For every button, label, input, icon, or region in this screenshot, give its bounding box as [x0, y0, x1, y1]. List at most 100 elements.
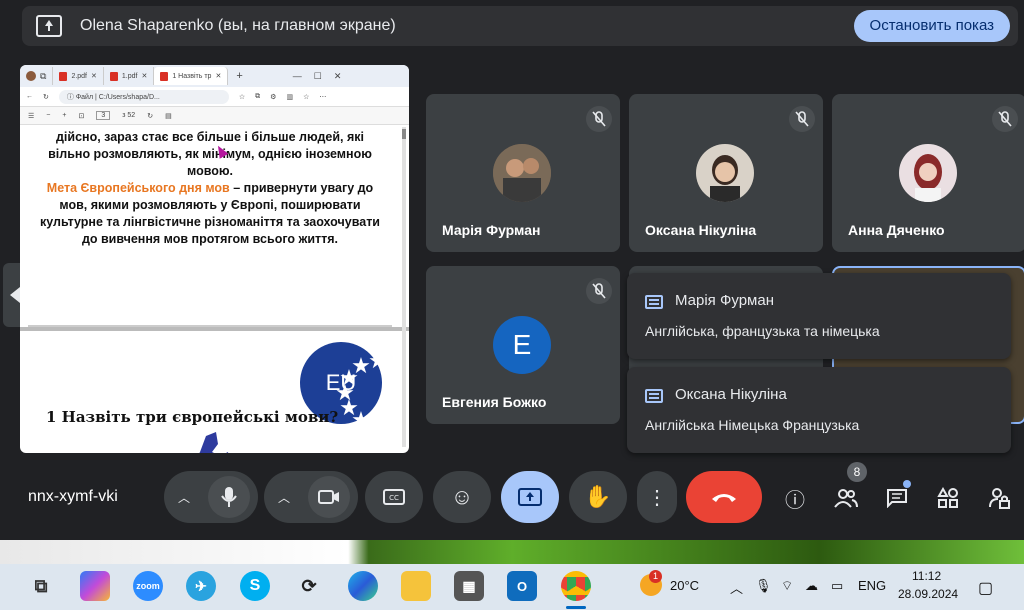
meeting-info-button[interactable]: ⓘ: [781, 484, 809, 512]
chrome-icon[interactable]: [561, 571, 591, 601]
sync-app-icon[interactable]: ⟳: [294, 571, 324, 601]
slide-line: до вивчення мов протягом всього життя.: [81, 232, 339, 246]
pdf-icon: [59, 71, 68, 81]
reactions-button[interactable]: ☺: [433, 471, 491, 523]
browser-address-row: ← ↻ ⓘ Файл | C:/Users/shapa/D... ☆ ⧉ ⚙ ▥…: [20, 87, 409, 107]
people-icon: [834, 489, 858, 508]
meet-window: Olena Shaparenko (вы, на главном экране)…: [0, 0, 1024, 540]
back-icon[interactable]: ←: [26, 93, 33, 100]
pdf-scrollbar[interactable]: [402, 127, 406, 447]
stop-presenting-button[interactable]: Остановить показ: [853, 10, 1010, 42]
participant-name: Анна Дяченко: [848, 222, 945, 238]
zoom-out-icon[interactable]: −: [46, 112, 50, 119]
page-number-input[interactable]: 3: [96, 111, 111, 120]
clock-time[interactable]: 11:12: [912, 569, 941, 583]
eu-map-image: [199, 432, 229, 453]
mic-off-icon: [586, 278, 612, 304]
shapes-icon: [937, 487, 958, 508]
new-tab-icon[interactable]: +: [236, 70, 242, 82]
zoom-in-icon[interactable]: +: [62, 112, 66, 119]
outlook-icon[interactable]: O: [507, 571, 537, 601]
present-screen-icon: [518, 488, 542, 506]
slide-line: мовою.: [186, 164, 234, 178]
input-language[interactable]: ENG: [858, 578, 886, 593]
address-bar[interactable]: ⓘ Файл | C:/Users/shapa/D...: [58, 89, 229, 104]
zoom-app-icon[interactable]: zoom: [133, 571, 163, 601]
calculator-icon[interactable]: ▦: [454, 571, 484, 601]
browser-tab-1[interactable]: 2.pdf ✕: [53, 67, 104, 85]
mic-off-icon: [789, 106, 815, 132]
browser-tab-2[interactable]: 1.pdf ✕: [104, 67, 155, 85]
present-button[interactable]: [501, 471, 559, 523]
weather-alert-badge: 1: [649, 570, 662, 583]
pdf-icon: [109, 71, 118, 81]
maximize-icon[interactable]: ☐: [314, 71, 322, 82]
browser-tab-3[interactable]: 1 Назвіть тр ✕: [154, 67, 229, 85]
close-window-icon[interactable]: ✕: [334, 71, 342, 82]
copilot-icon[interactable]: [80, 571, 110, 601]
file-explorer-icon[interactable]: [401, 571, 431, 601]
contents-icon[interactable]: ☰: [28, 112, 34, 120]
favorites-icon[interactable]: ☆: [303, 93, 309, 101]
lock-person-icon: [989, 488, 1010, 509]
activities-button[interactable]: [934, 484, 962, 512]
rotate-icon[interactable]: ↻: [147, 112, 153, 120]
raise-hand-button[interactable]: ✋: [569, 471, 627, 523]
slide-line: мов, якими розмовляють у Європі, поширюв…: [59, 198, 361, 212]
onedrive-icon[interactable]: ☁: [805, 578, 818, 594]
settings-icon[interactable]: ⚙: [270, 93, 276, 101]
task-view-icon[interactable]: ⧉: [26, 571, 56, 601]
weather-temperature[interactable]: 20°C: [670, 578, 699, 593]
more-icon[interactable]: ⋯: [319, 93, 326, 101]
skype-icon[interactable]: S: [240, 571, 270, 601]
mic-options-chevron-icon[interactable]: ︿: [178, 489, 190, 506]
participant-tile[interactable]: Марія Фурман: [426, 94, 620, 252]
edge-icon[interactable]: [348, 571, 378, 601]
notifications-icon[interactable]: ▢: [978, 578, 993, 598]
captions-button[interactable]: CC: [365, 471, 423, 523]
camera-options-chevron-icon[interactable]: ︿: [278, 489, 290, 506]
address-path: C:/Users/shapa/D...: [98, 93, 160, 101]
chat-notification[interactable]: Марія Фурман Англійська, французька та н…: [627, 273, 1011, 359]
minimize-icon[interactable]: —: [293, 71, 302, 81]
chat-message: Англійська, французька та німецька: [645, 323, 880, 339]
host-controls-button[interactable]: [985, 484, 1013, 512]
battery-icon[interactable]: ▭: [831, 578, 843, 594]
tab-close-icon[interactable]: ✕: [141, 72, 147, 80]
page-view-icon[interactable]: ▤: [165, 112, 172, 120]
tab-close-icon[interactable]: ✕: [91, 72, 97, 80]
participant-tile[interactable]: Анна Дяченко: [832, 94, 1024, 252]
slide-line: – привернути увагу до: [229, 181, 374, 195]
tab-close-icon[interactable]: ✕: [215, 72, 221, 80]
participant-tile[interactable]: Оксана Нікуліна: [629, 94, 823, 252]
tray-chevron-icon[interactable]: ︿: [730, 578, 743, 597]
people-button[interactable]: [832, 484, 860, 512]
mic-off-icon: [992, 106, 1018, 132]
leave-call-button[interactable]: [686, 471, 762, 523]
page-total: з 52: [122, 112, 136, 119]
participant-avatar: [899, 144, 957, 202]
participant-avatar: [696, 144, 754, 202]
chat-icon: [645, 295, 663, 309]
participant-tile[interactable]: E Евгения Божко: [426, 266, 620, 424]
browser-profile[interactable]: ⧉: [20, 67, 54, 85]
favorite-star-icon[interactable]: ☆: [239, 93, 245, 101]
chat-sender: Марія Фурман: [675, 292, 774, 309]
pdf-toolbar: ☰ − + ⊡ 3 з 52 ↻ ▤: [20, 107, 409, 125]
chat-button[interactable]: [883, 480, 911, 512]
fit-page-icon[interactable]: ⊡: [78, 112, 84, 120]
telegram-icon[interactable]: ✈: [186, 571, 216, 601]
clock-date[interactable]: 28.09.2024: [898, 587, 958, 601]
more-options-button[interactable]: ⋮: [637, 471, 677, 523]
end-call-icon: [712, 494, 736, 502]
tray-mic-icon[interactable]: 🎙: [755, 578, 772, 594]
reload-icon[interactable]: ↻: [43, 93, 49, 101]
network-icon[interactable]: ⌔: [781, 578, 793, 594]
camera-button[interactable]: [308, 476, 350, 518]
chat-notification[interactable]: Оксана Нікуліна Англійська Німецька Фран…: [627, 367, 1011, 453]
mic-button[interactable]: [208, 476, 250, 518]
extensions-icon[interactable]: ⧉: [255, 93, 260, 101]
split-screen-icon[interactable]: ▥: [286, 93, 293, 101]
browser-tab-label: 1 Назвіть тр: [172, 72, 212, 80]
active-app-indicator: [566, 606, 586, 609]
